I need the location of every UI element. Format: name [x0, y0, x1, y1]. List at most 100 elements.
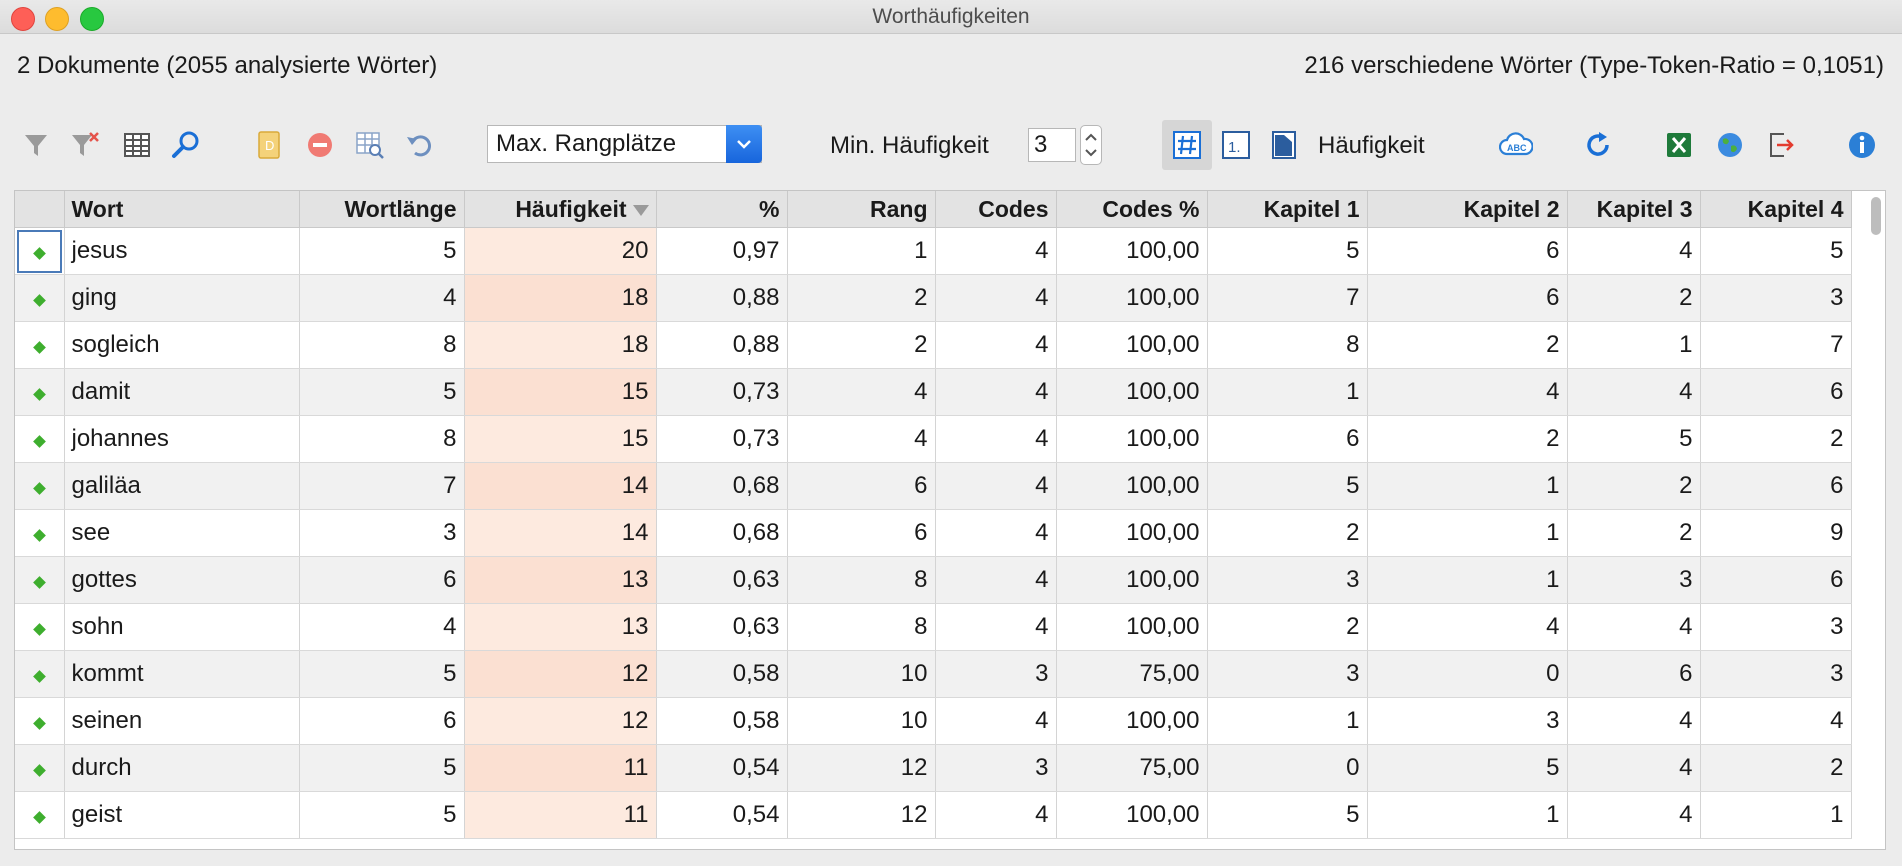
cell-rang[interactable]: 6 [787, 462, 936, 510]
column-header-rang[interactable]: Rang [787, 191, 936, 228]
cell-wort[interactable]: galiläa [64, 462, 300, 510]
table-row[interactable]: jesus 5 20 0,97 1 4 100,00 5 6 4 5 [15, 227, 1852, 275]
cell-kapitel-4[interactable]: 3 [1700, 274, 1852, 322]
cell-wort[interactable]: ging [64, 274, 300, 322]
cell-wortlaenge[interactable]: 8 [299, 415, 465, 463]
cell-codes-percent[interactable]: 100,00 [1056, 415, 1208, 463]
row-marker[interactable] [15, 368, 65, 416]
cell-haeufigkeit[interactable]: 14 [464, 462, 657, 510]
table-row[interactable]: johannes 8 15 0,73 4 4 100,00 6 2 5 2 [15, 415, 1852, 463]
cell-kapitel-4[interactable]: 2 [1700, 415, 1852, 463]
cell-kapitel-3[interactable]: 6 [1567, 650, 1701, 698]
cell-codes[interactable]: 4 [935, 509, 1057, 557]
cell-codes[interactable]: 4 [935, 274, 1057, 322]
cell-codes[interactable]: 4 [935, 368, 1057, 416]
column-header-marker[interactable] [15, 191, 65, 228]
cell-rang[interactable]: 4 [787, 368, 936, 416]
cell-wortlaenge[interactable]: 5 [299, 791, 465, 839]
row-marker[interactable] [15, 321, 65, 369]
cell-kapitel-2[interactable]: 1 [1367, 791, 1568, 839]
cell-codes-percent[interactable]: 100,00 [1056, 791, 1208, 839]
row-marker[interactable] [15, 650, 65, 698]
cell-kapitel-3[interactable]: 4 [1567, 603, 1701, 651]
cell-kapitel-4[interactable]: 4 [1700, 697, 1852, 745]
row-marker[interactable] [15, 415, 65, 463]
cell-percent[interactable]: 0,73 [656, 415, 788, 463]
cell-kapitel-4[interactable]: 3 [1700, 650, 1852, 698]
cell-percent[interactable]: 0,68 [656, 509, 788, 557]
row-marker[interactable] [15, 509, 65, 557]
cell-wortlaenge[interactable]: 5 [299, 744, 465, 792]
cell-kapitel-3[interactable]: 2 [1567, 509, 1701, 557]
table-row[interactable]: sohn 4 13 0,63 8 4 100,00 2 4 4 3 [15, 603, 1852, 651]
cell-wortlaenge[interactable]: 6 [299, 697, 465, 745]
cell-kapitel-1[interactable]: 0 [1207, 744, 1368, 792]
cell-kapitel-1[interactable]: 8 [1207, 321, 1368, 369]
cell-rang[interactable]: 2 [787, 274, 936, 322]
cell-kapitel-3[interactable]: 2 [1567, 462, 1701, 510]
column-header-kapitel-1[interactable]: Kapitel 1 [1207, 191, 1368, 228]
table-row[interactable]: sogleich 8 18 0,88 2 4 100,00 8 2 1 7 [15, 321, 1852, 369]
rank-select[interactable]: Max. Rangplätze [487, 125, 762, 163]
cell-kapitel-1[interactable]: 3 [1207, 650, 1368, 698]
cell-kapitel-4[interactable]: 2 [1700, 744, 1852, 792]
cell-wort[interactable]: sogleich [64, 321, 300, 369]
cell-kapitel-1[interactable]: 2 [1207, 603, 1368, 651]
excel-icon[interactable] [1662, 128, 1696, 162]
word-cloud-icon[interactable]: ABC [1499, 128, 1533, 162]
cell-kapitel-4[interactable]: 1 [1700, 791, 1852, 839]
web-export-icon[interactable] [1713, 128, 1747, 162]
cell-kapitel-3[interactable]: 4 [1567, 227, 1701, 275]
table-row[interactable]: geist 5 11 0,54 12 4 100,00 5 1 4 1 [15, 791, 1852, 839]
cell-kapitel-1[interactable]: 6 [1207, 415, 1368, 463]
cell-percent[interactable]: 0,54 [656, 791, 788, 839]
cell-kapitel-2[interactable]: 1 [1367, 462, 1568, 510]
cell-kapitel-4[interactable]: 6 [1700, 556, 1852, 604]
cell-codes-percent[interactable]: 100,00 [1056, 603, 1208, 651]
table-row[interactable]: seinen 6 12 0,58 10 4 100,00 1 3 4 4 [15, 697, 1852, 745]
column-header-codes[interactable]: Codes [935, 191, 1057, 228]
cell-codes[interactable]: 4 [935, 603, 1057, 651]
cell-codes-percent[interactable]: 100,00 [1056, 556, 1208, 604]
column-header-kapitel-3[interactable]: Kapitel 3 [1567, 191, 1701, 228]
cell-codes[interactable]: 4 [935, 697, 1057, 745]
cell-haeufigkeit[interactable]: 15 [464, 415, 657, 463]
cell-codes-percent[interactable]: 100,00 [1056, 462, 1208, 510]
cell-rang[interactable]: 10 [787, 650, 936, 698]
cell-kapitel-1[interactable]: 5 [1207, 227, 1368, 275]
cell-kapitel-2[interactable]: 2 [1367, 321, 1568, 369]
cell-wort[interactable]: jesus [64, 227, 300, 275]
cell-kapitel-4[interactable]: 6 [1700, 368, 1852, 416]
cell-percent[interactable]: 0,97 [656, 227, 788, 275]
cell-kapitel-3[interactable]: 4 [1567, 368, 1701, 416]
cell-kapitel-2[interactable]: 4 [1367, 603, 1568, 651]
cell-rang[interactable]: 10 [787, 697, 936, 745]
chevron-down-icon[interactable] [726, 125, 762, 163]
search-icon[interactable] [169, 128, 203, 162]
cell-haeufigkeit[interactable]: 15 [464, 368, 657, 416]
cell-kapitel-3[interactable]: 3 [1567, 556, 1701, 604]
table-row[interactable]: gottes 6 13 0,63 8 4 100,00 3 1 3 6 [15, 556, 1852, 604]
cell-rang[interactable]: 8 [787, 556, 936, 604]
cell-wort[interactable]: sohn [64, 603, 300, 651]
refresh-icon[interactable] [1581, 128, 1615, 162]
remove-icon[interactable] [303, 128, 337, 162]
cell-codes[interactable]: 4 [935, 556, 1057, 604]
cell-kapitel-2[interactable]: 5 [1367, 744, 1568, 792]
cell-percent[interactable]: 0,68 [656, 462, 788, 510]
info-icon[interactable] [1845, 128, 1879, 162]
row-marker[interactable] [15, 697, 65, 745]
cell-haeufigkeit[interactable]: 18 [464, 274, 657, 322]
cell-kapitel-3[interactable]: 4 [1567, 697, 1701, 745]
column-header-kapitel-4[interactable]: Kapitel 4 [1700, 191, 1852, 228]
cell-codes[interactable]: 3 [935, 744, 1057, 792]
cell-wortlaenge[interactable]: 3 [299, 509, 465, 557]
column-header-wort[interactable]: Wort [64, 191, 300, 228]
cell-wort[interactable]: kommt [64, 650, 300, 698]
cell-wort[interactable]: johannes [64, 415, 300, 463]
cell-codes[interactable]: 4 [935, 321, 1057, 369]
cell-haeufigkeit[interactable]: 13 [464, 556, 657, 604]
cell-percent[interactable]: 0,63 [656, 556, 788, 604]
cell-percent[interactable]: 0,58 [656, 697, 788, 745]
document-icon[interactable]: D [252, 128, 286, 162]
